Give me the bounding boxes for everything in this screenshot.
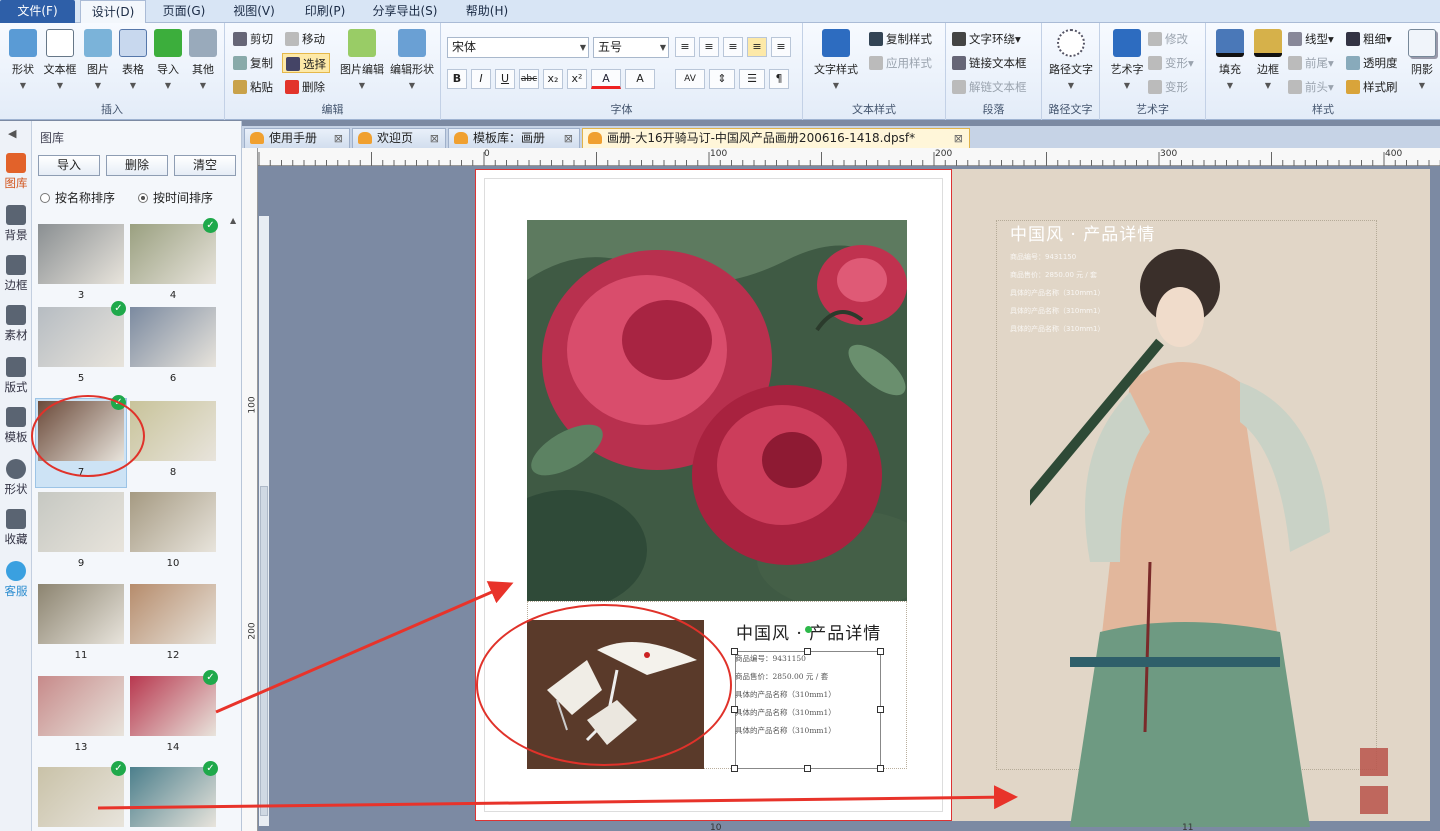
arrow-thumb15-to-canvas <box>97 785 1018 810</box>
arrow-thumb14-to-canvas <box>215 581 514 714</box>
annotation-arrows <box>97 581 1018 810</box>
app-window: 文件(F) 设计(D) 页面(G) 视图(V) 印刷(P) 分享导出(S) 帮助… <box>0 0 1440 831</box>
